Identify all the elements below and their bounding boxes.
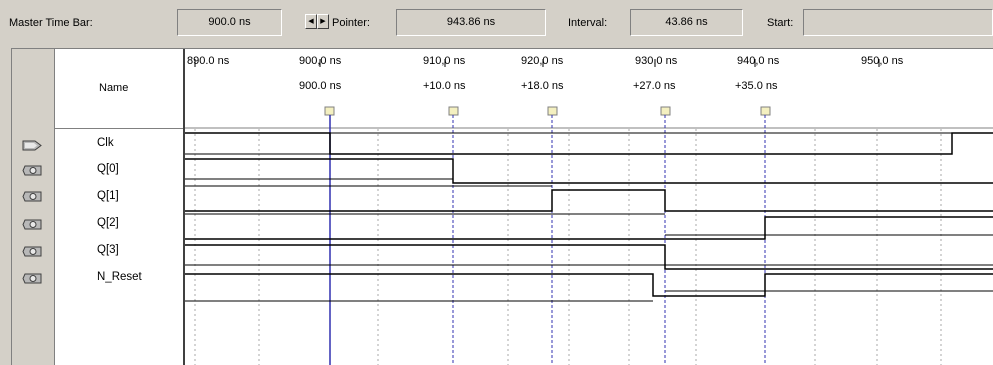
- toolbar: Master Time Bar: 900.0 ns ◀ ▶ Pointer: 9…: [0, 0, 993, 46]
- pointer-label: Pointer:: [332, 17, 370, 29]
- marker-handle-2[interactable]: [547, 106, 558, 116]
- signal-name-q3[interactable]: Q[3]: [97, 244, 119, 256]
- ruler-label: 890.0 ns: [187, 55, 230, 67]
- grid: [194, 129, 942, 365]
- output-pin-icon: [22, 164, 42, 177]
- input-pin-icon: [22, 139, 42, 152]
- ruler-label: 910,0 ns: [423, 55, 466, 67]
- wave-n-reset[interactable]: [185, 273, 993, 297]
- signal-name-n-reset[interactable]: N_Reset: [97, 271, 142, 283]
- output-pin-icon: [22, 190, 42, 203]
- signal-name-q2[interactable]: Q[2]: [97, 217, 119, 229]
- ruler-label: 930,0 ns: [635, 55, 678, 67]
- marker-label: +27.0 ns: [633, 80, 676, 92]
- marker-label: +18.0 ns: [521, 80, 564, 92]
- signal-name-q1[interactable]: Q[1]: [97, 190, 119, 202]
- arrow-right-icon[interactable]: ▶: [317, 14, 329, 29]
- ruler-label: 920,0 ns: [521, 55, 564, 67]
- output-pin-icon: [22, 218, 42, 231]
- master-time-bar-field[interactable]: 900.0 ns: [177, 9, 282, 36]
- output-pin-icon: [22, 272, 42, 285]
- waveform-panel: Name Clk Q[0] Q[1] Q[2] Q[3] N_Reset 890…: [11, 48, 993, 365]
- pointer-field[interactable]: 943.86 ns: [396, 9, 546, 36]
- marker-label: +10.0 ns: [423, 80, 466, 92]
- interval-field[interactable]: 43.86 ns: [630, 9, 743, 36]
- name-column-header[interactable]: Name: [55, 49, 183, 129]
- arrow-left-icon[interactable]: ◀: [305, 14, 317, 29]
- wave-clk[interactable]: [185, 132, 993, 155]
- wave-q2[interactable]: [185, 216, 993, 240]
- marker-handle-1[interactable]: [448, 106, 459, 116]
- marker-handle-4[interactable]: [760, 106, 771, 116]
- signal-name-clk[interactable]: Clk: [97, 137, 114, 149]
- start-field[interactable]: [803, 9, 993, 36]
- ruler-label: 900,0 ns: [299, 55, 342, 67]
- marker-label: +35.0 ns: [735, 80, 778, 92]
- start-label: Start:: [767, 17, 794, 29]
- waveform-area[interactable]: 890.0 ns 900,0 ns 910,0 ns 920,0 ns 930,…: [185, 49, 993, 365]
- ruler-label: 940,0 ns: [737, 55, 780, 67]
- signal-name-q0[interactable]: Q[0]: [97, 163, 119, 175]
- signal-icon-column: [12, 49, 55, 365]
- time-markers: [324, 106, 771, 365]
- marker-handle-3[interactable]: [660, 106, 671, 116]
- name-header-label: Name: [99, 82, 129, 94]
- signal-name-column: Name Clk Q[0] Q[1] Q[2] Q[3] N_Reset: [55, 49, 185, 365]
- output-pin-icon: [22, 245, 42, 258]
- marker-label: 900.0 ns: [299, 80, 342, 92]
- interval-label: Interval:: [568, 17, 608, 29]
- ruler-label: 950,0 ns: [861, 55, 904, 67]
- marker-handle-0[interactable]: [324, 106, 335, 116]
- master-time-bar-label: Master Time Bar:: [9, 17, 93, 29]
- wave-q1[interactable]: [185, 189, 993, 212]
